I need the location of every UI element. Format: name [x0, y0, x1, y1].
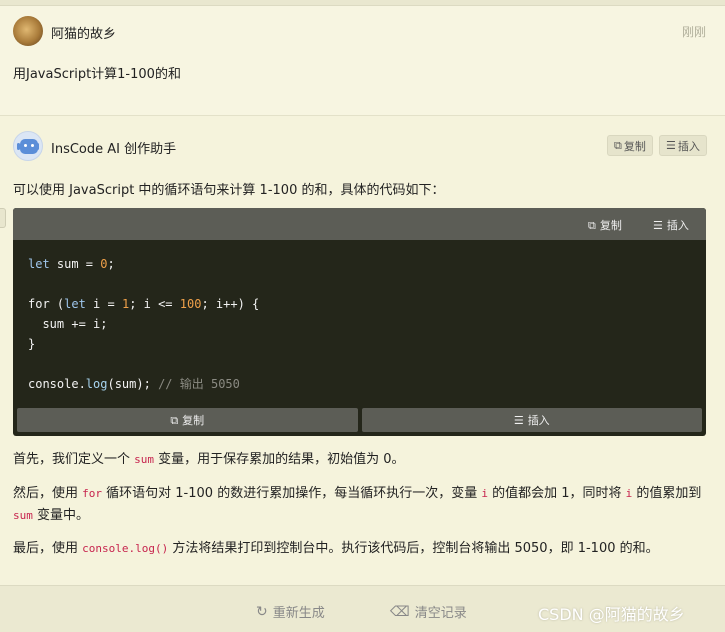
copy-answer-label: 复制: [623, 139, 646, 153]
insert-icon: ☰: [666, 139, 676, 152]
code-text: console.: [28, 377, 86, 391]
code-text: (sum);: [107, 377, 151, 391]
paragraph-text: 变量，用于保存累加的结果，初始值为 0。: [154, 452, 405, 467]
eraser-icon: ⌫: [390, 603, 410, 620]
copy-icon: ⧉: [170, 413, 179, 427]
code-footer-insert-button[interactable]: ☰ 插入: [361, 408, 702, 432]
code-text: ; i++) {: [201, 297, 260, 311]
bot-avatar: [13, 131, 43, 161]
insert-icon: ☰: [513, 413, 524, 427]
copy-answer-button[interactable]: ⧉ 复制: [607, 135, 653, 156]
side-collapse-handle[interactable]: [0, 208, 6, 228]
regenerate-label: 重新生成: [272, 606, 325, 621]
insert-icon: ☰: [653, 218, 663, 232]
code-footer-copy-button[interactable]: ⧉ 复制: [17, 408, 358, 432]
code-footer-insert-label: 插入: [527, 414, 550, 427]
code-copy-label: 复制: [599, 219, 622, 232]
user-name: 阿猫的故乡: [51, 27, 117, 42]
clear-history-label: 清空记录: [414, 606, 467, 621]
code-block: ⧉ 复制 ☰ 插入 let sum = 0; for (let i = 1; i…: [13, 208, 706, 436]
insert-answer-label: 插入: [677, 139, 700, 153]
code-insert-button[interactable]: ☰ 插入: [653, 217, 689, 233]
code-keyword: let: [28, 257, 50, 271]
code-number: 100: [179, 297, 202, 311]
refresh-icon: ↻: [256, 603, 268, 620]
explanation-paragraph-1: 首先，我们定义一个 sum 变量，用于保存累加的结果，初始值为 0。: [13, 449, 713, 471]
code-text: (: [49, 297, 65, 311]
code-text: i =: [85, 297, 122, 311]
code-number: 0: [100, 257, 108, 271]
insert-answer-button[interactable]: ☰ 插入: [659, 135, 707, 156]
code-block-header: ⧉ 复制 ☰ 插入: [13, 208, 706, 240]
paragraph-text: 的值都会加 1，同时将: [487, 486, 626, 501]
code-copy-button[interactable]: ⧉ 复制: [588, 217, 622, 233]
paragraph-text: 方法将结果打印到控制台中。执行该代码后，控制台将输出 5050，即 1-100 …: [168, 541, 659, 556]
copy-icon: ⧉: [614, 139, 622, 152]
code-keyword: let: [64, 297, 86, 311]
robot-icon: [20, 139, 38, 154]
csdn-watermark: CSDN @阿猫的故乡: [538, 605, 685, 624]
user-message-text: 用JavaScript计算1-100的和: [13, 67, 181, 82]
explanation-paragraph-3: 最后，使用 console.log() 方法将结果打印到控制台中。执行该代码后，…: [13, 538, 713, 560]
inline-code: sum: [134, 453, 155, 466]
copy-icon: ⧉: [588, 218, 596, 232]
code-comment: // 输出 5050: [150, 377, 240, 391]
code-text: sum =: [49, 257, 101, 271]
inline-code: for: [82, 487, 103, 500]
inline-code: console.log(): [82, 542, 169, 555]
code-block-footer: ⧉ 复制 ☰ 插入: [17, 408, 702, 432]
paragraph-text: 最后，使用: [13, 541, 83, 556]
code-text: ;: [107, 257, 115, 271]
answer-intro: 可以使用 JavaScript 中的循环语句来计算 1-100 的和，具体的代码…: [13, 183, 445, 198]
explanation-paragraph-2: 然后，使用 for 循环语句对 1-100 的数进行累加操作，每当循环执行一次，…: [13, 483, 713, 527]
code-line: for (let i = 1; i <= 100; i++) {: [28, 294, 259, 314]
inline-code: i: [481, 487, 488, 500]
code-line: sum += i;: [28, 317, 108, 331]
code-text: for: [28, 297, 50, 311]
user-avatar[interactable]: [13, 16, 43, 46]
code-text: ; i <=: [129, 297, 180, 311]
code-function: log: [85, 377, 108, 391]
code-line: }: [28, 337, 36, 351]
code-line: let sum = 0;: [28, 254, 259, 274]
inline-code: sum: [13, 509, 33, 522]
bot-name: InsCode AI 创作助手: [51, 142, 177, 157]
paragraph-text: 循环语句对 1-100 的数进行累加操作，每当循环执行一次，变量: [102, 486, 482, 501]
paragraph-text: 变量中。: [32, 508, 90, 523]
code-line: console.log(sum); // 输出 5050: [28, 374, 259, 394]
regenerate-button[interactable]: ↻ 重新生成: [256, 602, 325, 622]
paragraph-text: 的值累加到: [632, 486, 702, 501]
paragraph-text: 首先，我们定义一个: [13, 452, 135, 467]
code-insert-label: 插入: [666, 219, 689, 232]
message-timestamp: 刚刚: [681, 25, 706, 39]
clear-history-button[interactable]: ⌫ 清空记录: [390, 602, 467, 622]
paragraph-text: 然后，使用: [13, 486, 83, 501]
code-content: let sum = 0; for (let i = 1; i <= 100; i…: [28, 254, 259, 394]
code-footer-copy-label: 复制: [182, 414, 205, 427]
